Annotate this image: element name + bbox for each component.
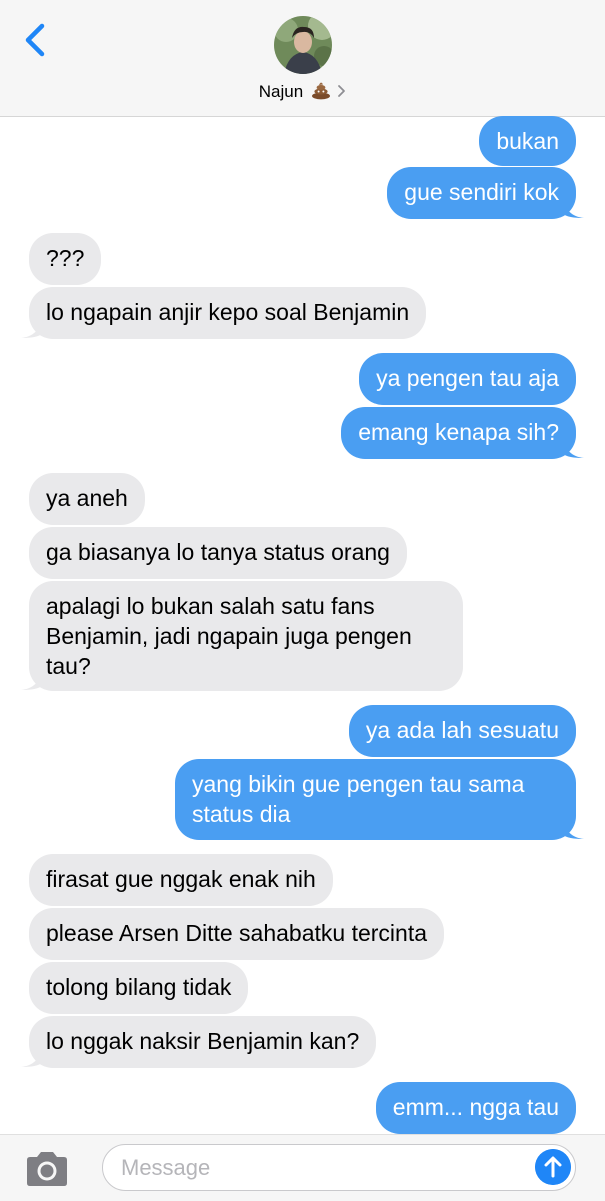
incoming-message[interactable]: lo nggak naksir Benjamin kan? [29, 1016, 377, 1068]
incoming-message[interactable]: firasat gue nggak enak nih [29, 854, 333, 906]
incoming-message[interactable]: ??? [29, 233, 102, 285]
incoming-message[interactable]: please Arsen Ditte sahabatku tercinta [29, 908, 445, 960]
outgoing-message[interactable]: emang kenapa sih? [341, 407, 576, 459]
message-thread: bukan gue sendiri kok ??? lo ngapain anj… [0, 0, 605, 1200]
outgoing-message[interactable]: emm... ngga tau [375, 1082, 576, 1134]
message-input[interactable]: Message [102, 1144, 576, 1191]
incoming-message[interactable]: lo ngapain anjir kepo soal Benjamin [29, 287, 427, 339]
compose-bar: Message [0, 1134, 605, 1201]
send-arrow-icon[interactable] [535, 1149, 571, 1185]
incoming-message[interactable]: tolong bilang tidak [29, 962, 249, 1014]
bubble-tail-icon [562, 197, 584, 218]
incoming-message[interactable]: apalagi lo bukan salah satu fans Benjami… [29, 581, 463, 691]
bubble-tail-icon [21, 669, 43, 690]
bubble-tail-icon [21, 317, 43, 338]
bubble-tail-icon [562, 437, 584, 458]
outgoing-message[interactable]: yang bikin gue pengen tau sama status di… [175, 759, 576, 840]
camera-icon[interactable] [24, 1151, 70, 1187]
bubble-tail-icon [562, 818, 584, 839]
incoming-message[interactable]: ga biasanya lo tanya status orang [29, 527, 407, 579]
outgoing-message[interactable]: gue sendiri kok [387, 167, 576, 219]
outgoing-message[interactable]: ya pengen tau aja [359, 353, 576, 405]
incoming-message[interactable]: ya aneh [29, 473, 145, 525]
bubble-tail-icon [21, 1046, 43, 1067]
outgoing-message[interactable]: bukan [479, 116, 576, 166]
message-input-placeholder: Message [121, 1155, 211, 1180]
outgoing-message[interactable]: ya ada lah sesuatu [348, 705, 576, 757]
